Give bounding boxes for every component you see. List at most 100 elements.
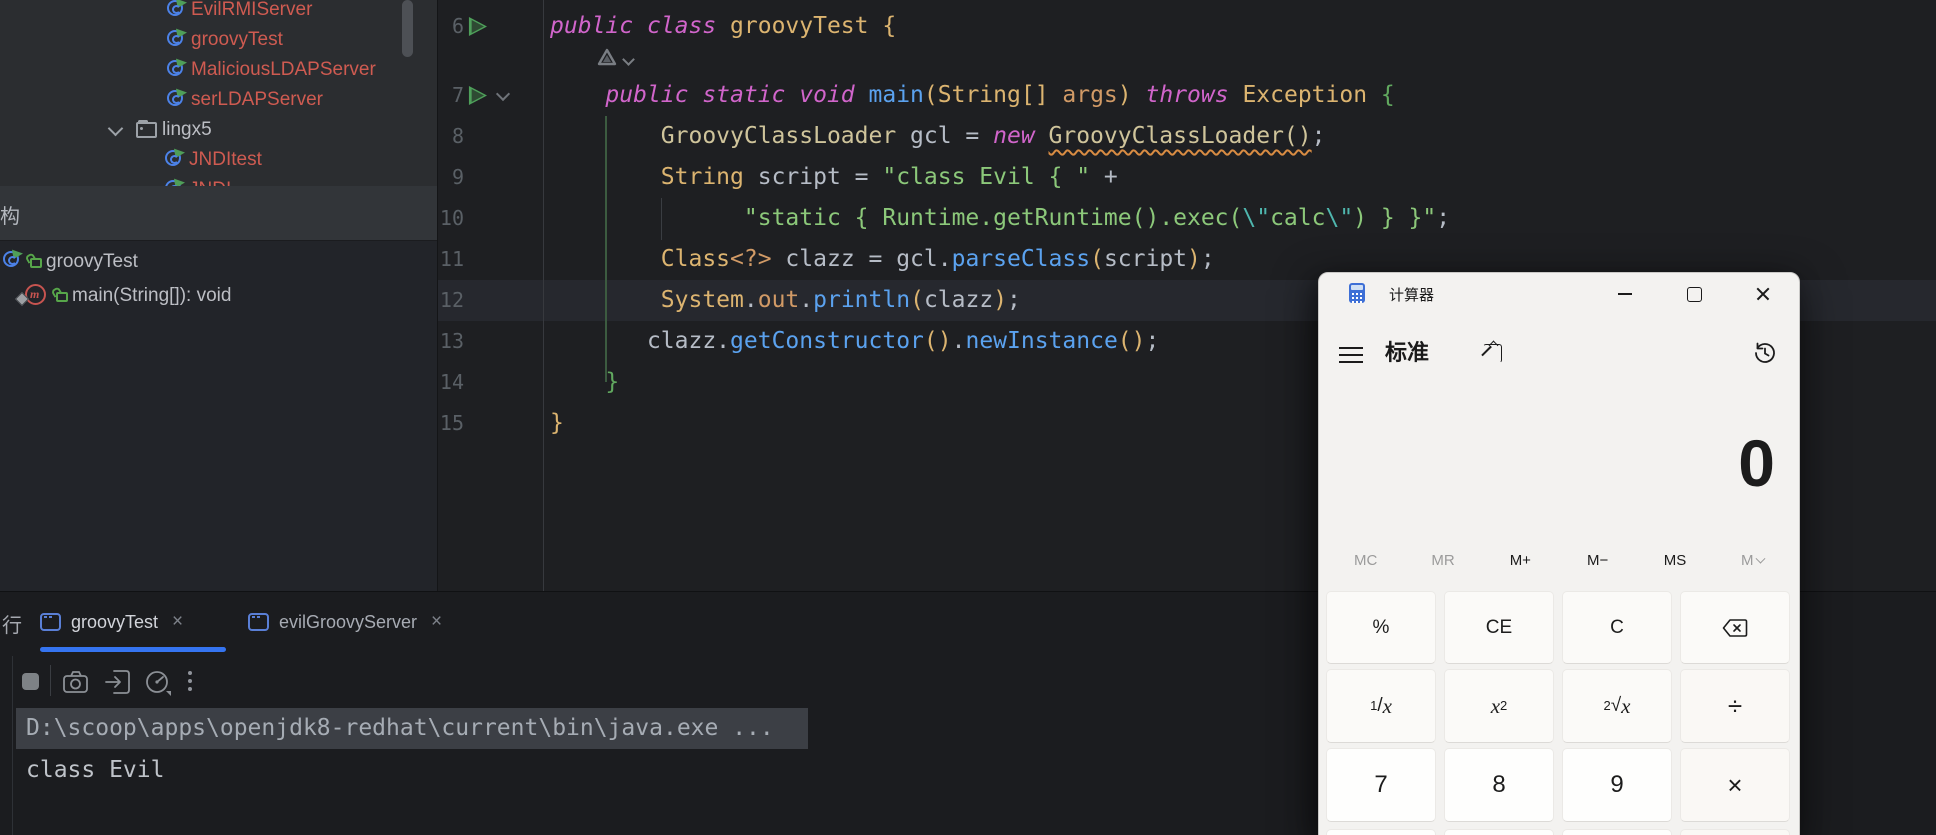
calc-button-partial-1[interactable] [1444, 829, 1554, 835]
code-text: GroovyClassLoader gcl = new GroovyClassL… [660, 123, 1326, 149]
run-stripe-label[interactable]: 行 [2, 609, 22, 638]
line-number: 13 [439, 329, 464, 353]
run-icon[interactable] [468, 17, 487, 36]
memory-button-mr[interactable]: MR [1404, 546, 1481, 576]
structure-item-label: main(String[]): void [72, 285, 232, 306]
tree-item-jnditest[interactable]: JNDItest [0, 145, 437, 175]
close-icon [1755, 286, 1771, 302]
calc-button-²√x[interactable]: 2 √ x [1562, 669, 1672, 743]
console-text: D:\scoop\apps\openjdk8-redhat\current\bi… [26, 715, 774, 741]
calc-button-%[interactable]: % [1326, 591, 1436, 664]
code-text: String script = "class Evil { " + [660, 164, 1118, 190]
structure-panel-title[interactable]: 构 [0, 200, 20, 229]
structure-item-method[interactable]: main(String[]): void [0, 280, 437, 312]
code-text: public class groovyTest { [550, 13, 897, 39]
line-number: 10 [439, 206, 464, 230]
structure-panel-header: 构 [0, 186, 437, 241]
method-icon [25, 284, 46, 305]
memory-button-mc[interactable]: MC [1327, 546, 1404, 576]
minimize-icon [1618, 293, 1632, 295]
groovy-class-icon [166, 0, 187, 17]
tree-item-evilrmiserver[interactable]: EvilRMIServer [0, 0, 437, 25]
groovy-class-icon [164, 178, 185, 186]
close-icon[interactable]: × [431, 611, 442, 633]
groovy-settings-inlay-icon[interactable] [596, 47, 656, 73]
calc-button-1/x[interactable]: 1/x [1326, 669, 1436, 743]
chevron-down-icon [622, 53, 635, 66]
groovy-class-icon [2, 249, 23, 268]
calc-button-ce[interactable]: CE [1444, 591, 1554, 664]
public-lock-icon [55, 290, 68, 302]
calc-button-partial-3[interactable] [1680, 829, 1790, 835]
run-icon[interactable] [468, 86, 487, 105]
keep-on-top-icon[interactable] [1483, 344, 1502, 363]
code-text: } [550, 410, 564, 436]
stop-icon[interactable] [22, 673, 39, 690]
console-text: class Evil [26, 757, 165, 783]
code-line-10[interactable]: 10 "static { Runtime.getRuntime().exec(\… [438, 198, 1936, 239]
code-line-6[interactable]: 6 public class groovyTest { [438, 6, 1936, 47]
line-number: 12 [439, 288, 464, 312]
more-options-icon[interactable] [188, 671, 192, 693]
tree-item-maliciousldapserver[interactable]: MaliciousLDAPServer [0, 55, 437, 85]
tree-item-jndi[interactable]: JNDI [0, 175, 437, 186]
memory-button-m+[interactable]: M+ [1482, 546, 1559, 576]
console-tab-icon [248, 613, 269, 631]
tree-item-label: lingx5 [162, 119, 212, 140]
groovy-class-icon [166, 28, 187, 47]
profiler-gauge-icon[interactable] [144, 669, 174, 697]
calc-button-8[interactable]: 8 [1444, 748, 1554, 822]
calc-button-x²[interactable]: x2 [1444, 669, 1554, 743]
memory-button-ms[interactable]: MS [1636, 546, 1713, 576]
code-line-8[interactable]: 8 GroovyClassLoader gcl = new GroovyClas… [438, 116, 1936, 157]
maximize-icon [1686, 286, 1702, 302]
structure-item-class[interactable]: groovyTest [0, 246, 437, 278]
camera-icon[interactable] [62, 669, 90, 695]
chevron-down-icon[interactable] [495, 86, 511, 102]
run-tab-evilgroovyserver[interactable]: evilGroovyServer × [248, 598, 452, 646]
calculator-title: 计算器 [1389, 287, 1435, 304]
tree-item-groovytest[interactable]: groovyTest [0, 25, 437, 55]
attach-process-icon[interactable] [104, 669, 132, 695]
chevron-down-icon [1755, 553, 1765, 564]
menu-icon[interactable] [1339, 347, 1363, 362]
calc-button-7[interactable]: 7 [1326, 748, 1436, 822]
code-text: "static { Runtime.getRuntime().exec(\"ca… [743, 205, 1451, 231]
memory-button-m−[interactable]: M− [1559, 546, 1636, 576]
toolbar-separator [50, 665, 51, 696]
code-line-7[interactable]: 7 public static void main(String[] args)… [438, 75, 1936, 116]
minimize-button[interactable] [1602, 273, 1648, 315]
code-line-9[interactable]: 9 String script = "class Evil { " + [438, 157, 1936, 198]
calculator-window: 计算器 标准 0 MC MR M+ M− MS M % CE C 1/x x 2 2 √ x ÷ 7 8 9 × [1318, 272, 1800, 835]
calculator-mode-label[interactable]: 标准 [1385, 335, 1429, 367]
memory-button-m[interactable]: M [1714, 546, 1791, 576]
calc-button-partial-2[interactable] [1562, 829, 1672, 835]
run-tab-groovytest[interactable]: groovyTest × [40, 598, 226, 646]
calc-button-÷[interactable]: ÷ [1680, 669, 1790, 743]
chevron-down-icon[interactable] [107, 120, 124, 137]
groovy-class-icon [166, 88, 187, 107]
active-tab-underline [40, 647, 226, 652]
calc-button-⌫[interactable] [1680, 591, 1790, 664]
tree-item-serldapserver[interactable]: serLDAPServer [0, 85, 437, 115]
tree-scrollbar[interactable] [402, 0, 413, 57]
calculator-app-icon [1349, 283, 1365, 303]
line-number: 11 [439, 247, 464, 271]
groovy-class-icon [164, 148, 185, 167]
maximize-button[interactable] [1671, 273, 1717, 315]
tab-label: evilGroovyServer [279, 611, 418, 632]
ide-window: EvilRMIServer groovyTest MaliciousLDAPServ… [0, 0, 1936, 835]
close-button[interactable] [1740, 273, 1786, 315]
tree-item-label: JNDItest [189, 149, 262, 170]
calc-button-9[interactable]: 9 [1562, 748, 1672, 822]
close-icon[interactable]: × [172, 611, 183, 633]
calc-button-c[interactable]: C [1562, 591, 1672, 664]
code-text: Class<?> clazz = gcl.parseClass(script); [660, 246, 1215, 272]
console-tab-icon [40, 613, 61, 631]
tree-item-lingx5[interactable]: lingx5 [0, 115, 437, 145]
history-icon[interactable] [1753, 341, 1777, 365]
code-text: System.out.println(clazz); [660, 287, 1021, 313]
tree-item-label: JNDI [189, 179, 231, 186]
calc-button-×[interactable]: × [1680, 748, 1790, 822]
calc-button-partial-0[interactable] [1326, 829, 1436, 835]
